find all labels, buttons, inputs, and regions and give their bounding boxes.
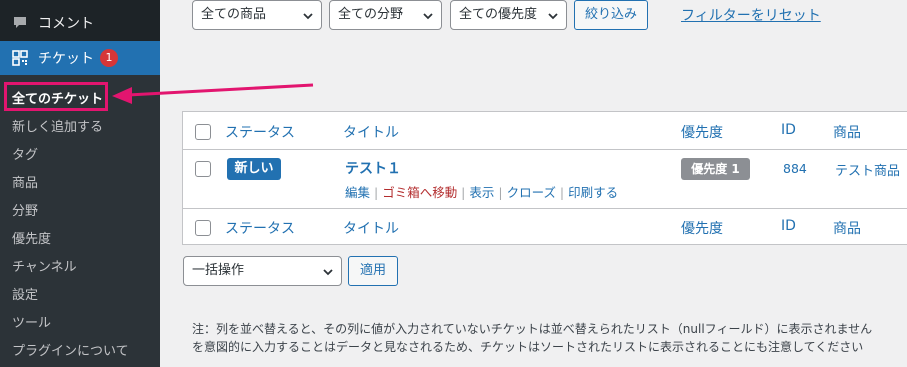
product-filter-value: 全ての商品	[201, 7, 267, 22]
chevron-down-icon	[323, 269, 333, 276]
header-divider	[183, 149, 907, 150]
submenu-tags[interactable]: タグ	[12, 144, 38, 163]
reset-filters-link[interactable]: フィルターをリセット	[681, 5, 821, 25]
column-priority-footer[interactable]: 優先度	[681, 218, 723, 238]
submenu-channels[interactable]: チャンネル	[12, 256, 77, 275]
product-filter-select[interactable]: 全ての商品	[192, 0, 322, 30]
chevron-down-icon	[548, 13, 558, 20]
chevron-down-icon	[303, 13, 313, 20]
sort-note-line1: 注：列を並べ替えると、その列に値が入力されていないチケットは並べ替えられたリスト…	[192, 322, 873, 336]
column-status-footer[interactable]: ステータス	[225, 218, 295, 238]
submenu-about-plugin[interactable]: プラグインについて	[12, 340, 129, 359]
print-link[interactable]: 印刷する	[568, 185, 618, 200]
bulk-action-value: 一括操作	[192, 263, 245, 278]
submenu-settings[interactable]: 設定	[12, 284, 38, 303]
select-all-checkbox[interactable]	[195, 124, 211, 140]
column-product-footer[interactable]: 商品	[833, 218, 861, 238]
column-id-footer[interactable]: ID	[781, 218, 796, 234]
menu-tickets[interactable]: チケット 1	[0, 41, 160, 75]
priority-filter-value: 全ての優先度	[459, 7, 538, 22]
category-filter-value: 全ての分野	[338, 7, 404, 22]
submenu-add-new[interactable]: 新しく追加する	[12, 116, 103, 135]
footer-divider	[183, 208, 907, 209]
filter-button[interactable]: 絞り込み	[574, 0, 648, 30]
bulk-action-select[interactable]: 一括操作	[183, 256, 342, 286]
column-id[interactable]: ID	[781, 122, 796, 138]
ticket-product[interactable]: テスト商品	[835, 160, 900, 179]
column-status[interactable]: ステータス	[225, 122, 295, 142]
priority-badge: 優先度 1	[681, 158, 750, 180]
column-product[interactable]: 商品	[833, 122, 861, 142]
submenu-products[interactable]: 商品	[12, 172, 38, 191]
priority-filter-select[interactable]: 全ての優先度	[450, 0, 567, 30]
highlight-annotation	[4, 82, 108, 111]
status-badge: 新しい	[227, 158, 281, 180]
category-filter-select[interactable]: 全ての分野	[329, 0, 442, 30]
chevron-down-icon	[423, 13, 433, 20]
row-actions: 編集 | ゴミ箱へ移動 | 表示 | クローズ | 印刷する	[345, 185, 619, 200]
trash-link[interactable]: ゴミ箱へ移動	[382, 185, 457, 200]
tickets-count-badge: 1	[100, 49, 118, 67]
column-title[interactable]: タイトル	[343, 122, 399, 142]
row-checkbox[interactable]	[195, 161, 211, 177]
tickets-table: ステータス タイトル 優先度 ID 商品 新しい テスト１ 編集 | ゴミ箱へ移…	[182, 111, 907, 245]
ticket-id[interactable]: 884	[783, 161, 807, 176]
comment-icon	[10, 13, 30, 33]
submenu-categories[interactable]: 分野	[12, 200, 38, 219]
menu-comments-label: コメント	[38, 16, 94, 32]
sort-note-line2: を意図的に入力することはデータと見なされるため、チケットはソートされたリストに表…	[192, 340, 864, 354]
menu-tickets-label: チケット	[38, 51, 94, 67]
submenu-priorities[interactable]: 優先度	[12, 228, 51, 247]
close-ticket-link[interactable]: クローズ	[507, 185, 556, 200]
ticket-title-link[interactable]: テスト１	[345, 158, 401, 178]
submenu-tools[interactable]: ツール	[12, 312, 51, 331]
edit-link[interactable]: 編集	[345, 185, 370, 200]
select-all-checkbox-footer[interactable]	[195, 220, 211, 236]
view-link[interactable]: 表示	[469, 185, 494, 200]
admin-sidebar: コメント チケット 1 全てのチケット 新しく追加する タグ 商品 分野 優先度…	[0, 0, 160, 367]
column-priority[interactable]: 優先度	[681, 122, 723, 142]
menu-comments[interactable]: コメント	[0, 6, 160, 40]
apply-button[interactable]: 適用	[348, 256, 398, 286]
column-title-footer[interactable]: タイトル	[343, 218, 399, 238]
arrow-annotation	[112, 83, 314, 104]
grid-icon	[10, 48, 30, 68]
